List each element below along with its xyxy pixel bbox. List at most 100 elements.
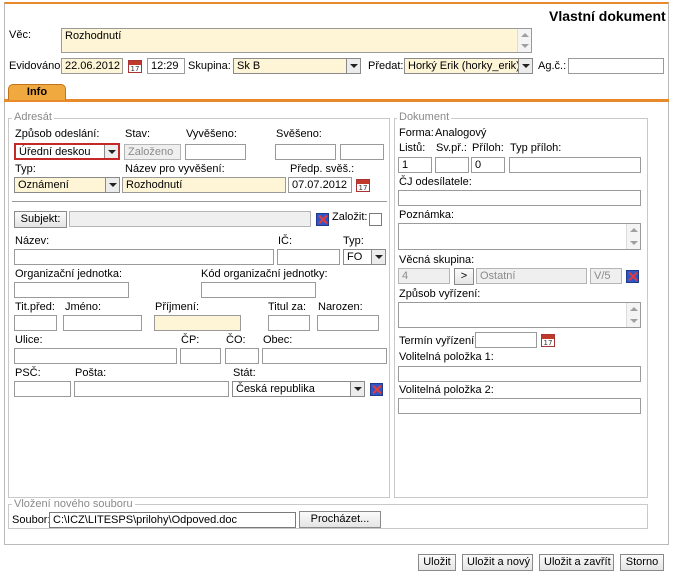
poznamka-scrollbar[interactable] bbox=[626, 224, 640, 249]
typ2-label: Typ: bbox=[343, 235, 364, 247]
zpusob-vyrizeni-textarea[interactable] bbox=[398, 302, 641, 328]
soubor-path-input[interactable]: C:\ICZ\LITESPS\prilohy\Odpoved.doc bbox=[49, 512, 296, 528]
poznamka-label: Poznámka: bbox=[399, 209, 455, 221]
date-input[interactable]: 22.06.2012 bbox=[61, 58, 123, 74]
zpusob-value: Úřední deskou bbox=[19, 146, 91, 158]
nazev-input[interactable] bbox=[14, 249, 274, 265]
stav-label: Stav: bbox=[125, 128, 151, 140]
typ-priloh-label: Typ příloh: bbox=[510, 142, 562, 154]
remove-x-icon[interactable] bbox=[626, 270, 639, 283]
vecna-suffix-input: V/5 bbox=[590, 268, 622, 284]
vecna-label: Věcná skupina: bbox=[399, 254, 475, 266]
vol1-input[interactable] bbox=[398, 366, 641, 382]
zpusob-vyrizeni-scrollbar[interactable] bbox=[626, 303, 640, 327]
titpred-input[interactable] bbox=[14, 315, 57, 331]
poznamka-textarea[interactable] bbox=[398, 223, 641, 250]
ulice-input[interactable] bbox=[14, 348, 177, 364]
psc-input[interactable] bbox=[14, 381, 71, 397]
stat-select[interactable]: Česká republika bbox=[232, 381, 365, 397]
jmeno-label: Jméno: bbox=[65, 301, 102, 313]
svpr-input[interactable] bbox=[435, 157, 469, 173]
priloh-label: Příloh: bbox=[472, 142, 504, 154]
jmeno-input[interactable] bbox=[63, 315, 142, 331]
calendar-icon[interactable]: 17 bbox=[356, 179, 370, 192]
vec-label: Věc: bbox=[9, 29, 32, 41]
agc-input[interactable] bbox=[568, 58, 664, 74]
save-and-new-button[interactable]: Uložit a nový bbox=[462, 554, 533, 571]
predat-label: Předat: bbox=[368, 60, 404, 72]
calendar-icon[interactable]: 17 bbox=[541, 334, 555, 347]
predat-value: Horký Erik (horky_erik) bbox=[408, 60, 520, 72]
forma-label: Forma: bbox=[399, 127, 434, 139]
nazev-vyveseni-input[interactable]: Rozhodnutí bbox=[122, 177, 286, 193]
listu-label: Listů: bbox=[399, 142, 426, 154]
obec-input[interactable] bbox=[262, 348, 387, 364]
titulza-input[interactable] bbox=[268, 315, 310, 331]
skupina-label: Skupina: bbox=[188, 60, 231, 72]
cancel-button[interactable]: Storno bbox=[620, 554, 664, 571]
typ-select[interactable]: Oznámení bbox=[14, 177, 120, 193]
cj-label: ČJ odesílatele: bbox=[399, 176, 472, 188]
predat-select[interactable]: Horký Erik (horky_erik) bbox=[404, 58, 533, 74]
stat-label: Stát: bbox=[233, 367, 256, 379]
cp-input[interactable] bbox=[180, 348, 221, 364]
calendar-icon[interactable]: 17 bbox=[128, 60, 142, 73]
agc-label: Ag.č.: bbox=[538, 60, 567, 72]
vyveseno-input[interactable] bbox=[185, 144, 246, 160]
typ-priloh-input[interactable] bbox=[509, 157, 641, 173]
save-and-close-button[interactable]: Uložit a zavřít bbox=[539, 554, 614, 571]
tab-info[interactable]: Info bbox=[8, 84, 66, 100]
org-label: Organizační jednotka: bbox=[15, 268, 123, 280]
time-input[interactable]: 12:29 bbox=[147, 58, 185, 74]
vec-scrollbar[interactable] bbox=[517, 29, 531, 52]
zalozit-checkbox[interactable] bbox=[369, 213, 382, 226]
titulza-label: Titul za: bbox=[268, 301, 307, 313]
vec-textarea[interactable]: Rozhodnutí bbox=[61, 28, 532, 53]
listu-input[interactable]: 1 bbox=[398, 157, 432, 173]
save-button[interactable]: Uložit bbox=[418, 554, 456, 571]
kod-org-input[interactable] bbox=[201, 282, 316, 298]
zpusob-vyrizeni-label: Způsob vyřízení: bbox=[399, 288, 481, 300]
dokument-legend: Dokument bbox=[397, 111, 452, 124]
evidovano-label: Evidováno: bbox=[9, 60, 64, 72]
prijmeni-input[interactable] bbox=[154, 315, 241, 331]
vecna-select-button[interactable]: > bbox=[454, 268, 474, 285]
posta-input[interactable] bbox=[74, 381, 229, 397]
chevron-down-icon bbox=[350, 382, 364, 396]
svereno-time-input[interactable] bbox=[340, 144, 384, 160]
svereno-input[interactable] bbox=[275, 144, 336, 160]
psc-label: PSČ: bbox=[15, 367, 41, 379]
soubor-label: Soubor: bbox=[12, 514, 51, 526]
ic-input[interactable] bbox=[277, 249, 340, 265]
browse-button[interactable]: Procházet... bbox=[299, 511, 381, 528]
cp-label: ČP: bbox=[181, 334, 200, 346]
remove-x-icon[interactable] bbox=[316, 213, 329, 226]
termin-input[interactable] bbox=[475, 332, 537, 348]
priloh-input[interactable]: 0 bbox=[471, 157, 505, 173]
vec-value: Rozhodnutí bbox=[65, 30, 122, 42]
narozen-input[interactable] bbox=[317, 315, 379, 331]
vol2-label: Volitelná položka 2: bbox=[399, 384, 494, 396]
co-input[interactable] bbox=[225, 348, 259, 364]
chevron-down-icon bbox=[105, 178, 119, 192]
window-title: Vlastní dokument bbox=[549, 8, 666, 24]
chevron-down-icon bbox=[104, 145, 118, 158]
svpr-label: Sv.př.: bbox=[436, 142, 467, 154]
vol2-input[interactable] bbox=[398, 398, 641, 414]
zalozit-label: Založit: bbox=[332, 211, 368, 223]
typ2-select[interactable]: FO bbox=[343, 249, 386, 265]
skupina-select[interactable]: Sk B bbox=[233, 58, 361, 74]
co-label: ČO: bbox=[226, 334, 246, 346]
cj-input[interactable] bbox=[398, 190, 641, 206]
stat-value: Česká republika bbox=[236, 383, 315, 395]
subjekt-button[interactable]: Subjekt: bbox=[14, 211, 67, 228]
zpusob-label: Způsob odeslání: bbox=[15, 128, 100, 140]
typ2-value: FO bbox=[347, 251, 363, 263]
zpusob-select[interactable]: Úřední deskou bbox=[14, 143, 120, 160]
remove-x-icon[interactable] bbox=[370, 383, 383, 396]
predp-input[interactable]: 07.07.2012 bbox=[288, 177, 352, 193]
kod-org-label: Kód organizační jednotky: bbox=[201, 268, 328, 280]
termin-label: Termín vyřízení: bbox=[399, 335, 478, 347]
org-input[interactable] bbox=[14, 282, 129, 298]
vecna-code-input: 4 bbox=[398, 268, 450, 284]
